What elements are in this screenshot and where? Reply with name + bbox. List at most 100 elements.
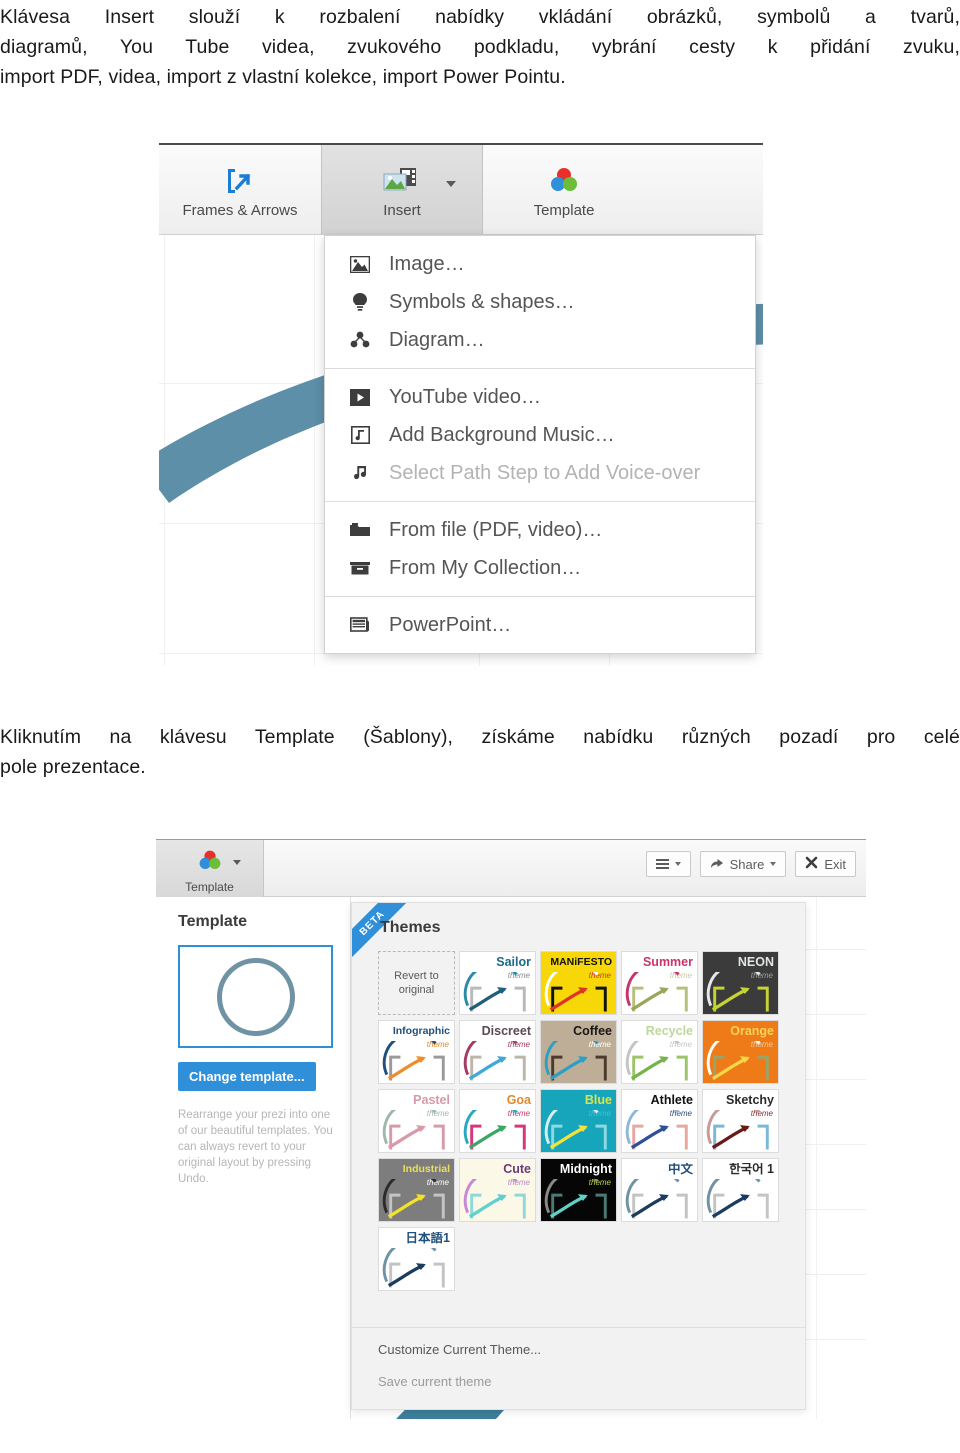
menu-group: YouTube video… Add Background Music… Sel… <box>325 368 755 501</box>
toolbar-item-label: Template <box>533 202 595 219</box>
toolbar-item-label: Frames & Arrows <box>182 202 298 219</box>
template-side-panel: Template Change template... Rearrange yo… <box>156 897 351 1419</box>
theme-tile[interactable]: Cute theme <box>459 1158 536 1222</box>
theme-tile-artwork <box>544 1179 607 1219</box>
theme-tile-artwork <box>463 972 526 1012</box>
theme-tile-name: Athlete <box>650 1094 693 1107</box>
menu-item-from-file[interactable]: From file (PDF, video)… <box>325 511 755 549</box>
theme-tile-artwork <box>382 1041 445 1081</box>
theme-tile[interactable]: 中文 <box>621 1158 698 1222</box>
slides-icon <box>349 614 371 636</box>
lightbulb-icon <box>349 291 371 313</box>
menu-item-label: From My Collection… <box>389 556 582 579</box>
theme-tile[interactable]: Pastel theme <box>378 1089 455 1153</box>
theme-tile-artwork <box>544 1041 607 1081</box>
menu-item-label: Image… <box>389 252 465 275</box>
chevron-down-icon <box>674 862 681 866</box>
chevron-down-icon <box>770 862 777 866</box>
menu-group: Image… Symbols & shapes… Diagram… <box>325 236 755 368</box>
theme-tile[interactable]: Recycle theme <box>621 1020 698 1084</box>
current-template-preview[interactable] <box>178 945 333 1048</box>
toolbar-item-template[interactable]: Template <box>483 145 645 234</box>
prezi-top-bar: Template Share Exit <box>156 839 866 898</box>
menu-item-powerpoint[interactable]: PowerPoint… <box>325 606 755 644</box>
theme-tile[interactable]: Sailor theme <box>459 951 536 1015</box>
menu-group: From file (PDF, video)… From My Collecti… <box>325 501 755 596</box>
menu-item-add-background-music[interactable]: Add Background Music… <box>325 416 755 454</box>
top-bar-actions: Share Exit <box>645 851 856 877</box>
theme-tile-artwork <box>463 1179 526 1219</box>
theme-tile[interactable]: Summer theme <box>621 951 698 1015</box>
template-panel-description: Rearrange your prezi into one of our bea… <box>178 1109 333 1185</box>
menu-item-select-path-step-voiceover: Select Path Step to Add Voice-over <box>325 454 755 492</box>
theme-tile[interactable]: Midnight theme <box>540 1158 617 1222</box>
toolbar-item-insert[interactable]: Insert <box>321 145 483 234</box>
theme-tile-name: Cute <box>503 1163 531 1176</box>
theme-tile[interactable]: Infographic theme <box>378 1020 455 1084</box>
menu-item-diagram[interactable]: Diagram… <box>325 321 755 359</box>
insert-image-icon <box>382 164 422 198</box>
chevron-down-icon[interactable] <box>446 181 456 187</box>
theme-tile-artwork <box>625 1041 688 1081</box>
theme-tile-name: Industrial <box>402 1163 450 1175</box>
toolbar-item-frames-and-arrows[interactable]: Frames & Arrows <box>159 145 321 234</box>
template-button[interactable]: Template <box>156 840 264 898</box>
close-x-icon <box>805 856 818 872</box>
archive-box-icon <box>349 557 371 579</box>
theme-tile-artwork <box>463 1041 526 1081</box>
template-panel-title: Template <box>178 913 248 930</box>
menu-item-image[interactable]: Image… <box>325 245 755 283</box>
themes-panel-title: Themes <box>380 919 441 936</box>
theme-tile-name: Discreet <box>481 1025 531 1038</box>
theme-tile[interactable]: Coffee theme <box>540 1020 617 1084</box>
exit-button[interactable]: Exit <box>795 851 856 877</box>
theme-tile-name: Recycle <box>645 1025 693 1038</box>
save-current-theme-link: Save current theme <box>378 1374 492 1389</box>
change-template-button[interactable]: Change template... <box>178 1062 316 1091</box>
insert-menu-screenshot: Frames & Arrows Insert Template Image… S… <box>159 143 763 666</box>
theme-tile[interactable]: Sketchy theme <box>702 1089 779 1153</box>
intro-paragraph: Klávesa Insert slouží k rozbalení nabídk… <box>0 2 960 92</box>
theme-tile[interactable]: Industrial theme <box>378 1158 455 1222</box>
theme-tile-name: MANiFESTO <box>550 956 612 968</box>
music-file-icon <box>349 424 371 446</box>
prezi-toolbar: Frames & Arrows Insert Template <box>159 143 763 235</box>
paragraph-line: pole prezentace. <box>0 756 146 778</box>
theme-tile-artwork <box>544 972 607 1012</box>
share-button[interactable]: Share <box>699 851 787 877</box>
toolbar-item-label: Insert <box>383 202 421 219</box>
theme-tile[interactable]: MANiFESTO theme <box>540 951 617 1015</box>
menu-item-label: Symbols & shapes… <box>389 290 575 313</box>
theme-tile-artwork <box>625 1110 688 1150</box>
theme-tile[interactable]: Discreet theme <box>459 1020 536 1084</box>
theme-tile[interactable]: Orange theme <box>702 1020 779 1084</box>
menu-item-symbols-and-shapes[interactable]: Symbols & shapes… <box>325 283 755 321</box>
theme-tile[interactable]: Blue theme <box>540 1089 617 1153</box>
menu-item-label: From file (PDF, video)… <box>389 518 603 541</box>
theme-tile[interactable]: Athlete theme <box>621 1089 698 1153</box>
theme-tile-name: Sketchy <box>726 1094 774 1107</box>
play-icon <box>349 386 371 408</box>
theme-tile-revert-to-original[interactable]: Revert to original <box>378 951 455 1015</box>
template-button-label: Template <box>185 880 234 894</box>
chevron-down-icon[interactable] <box>233 860 241 865</box>
share-button-label: Share <box>729 856 765 872</box>
customize-current-theme-link[interactable]: Customize Current Theme... <box>378 1342 805 1357</box>
themes-footer: Customize Current Theme... Save current … <box>352 1327 805 1409</box>
menu-item-from-my-collection[interactable]: From My Collection… <box>325 549 755 587</box>
theme-tile-artwork <box>706 1179 769 1219</box>
menu-item-label: Select Path Step to Add Voice-over <box>389 461 701 484</box>
template-themes-screenshot: Template Share Exit Template Change temp… <box>156 839 866 1419</box>
theme-tile[interactable]: 한국어 1 <box>702 1158 779 1222</box>
theme-tile[interactable]: Goa theme <box>459 1089 536 1153</box>
theme-tile-artwork <box>382 1248 445 1288</box>
menu-button[interactable] <box>645 851 691 877</box>
theme-tile-name: 中文 <box>667 1163 693 1176</box>
diagram-icon <box>349 329 371 351</box>
circle-template-preview <box>216 957 295 1036</box>
theme-tile[interactable]: NEON theme <box>702 951 779 1015</box>
menu-item-youtube-video[interactable]: YouTube video… <box>325 378 755 416</box>
menu-item-label: PowerPoint… <box>389 613 512 636</box>
theme-tile[interactable]: 日本語1 <box>378 1227 455 1291</box>
theme-tile-name: Pastel <box>413 1094 450 1107</box>
